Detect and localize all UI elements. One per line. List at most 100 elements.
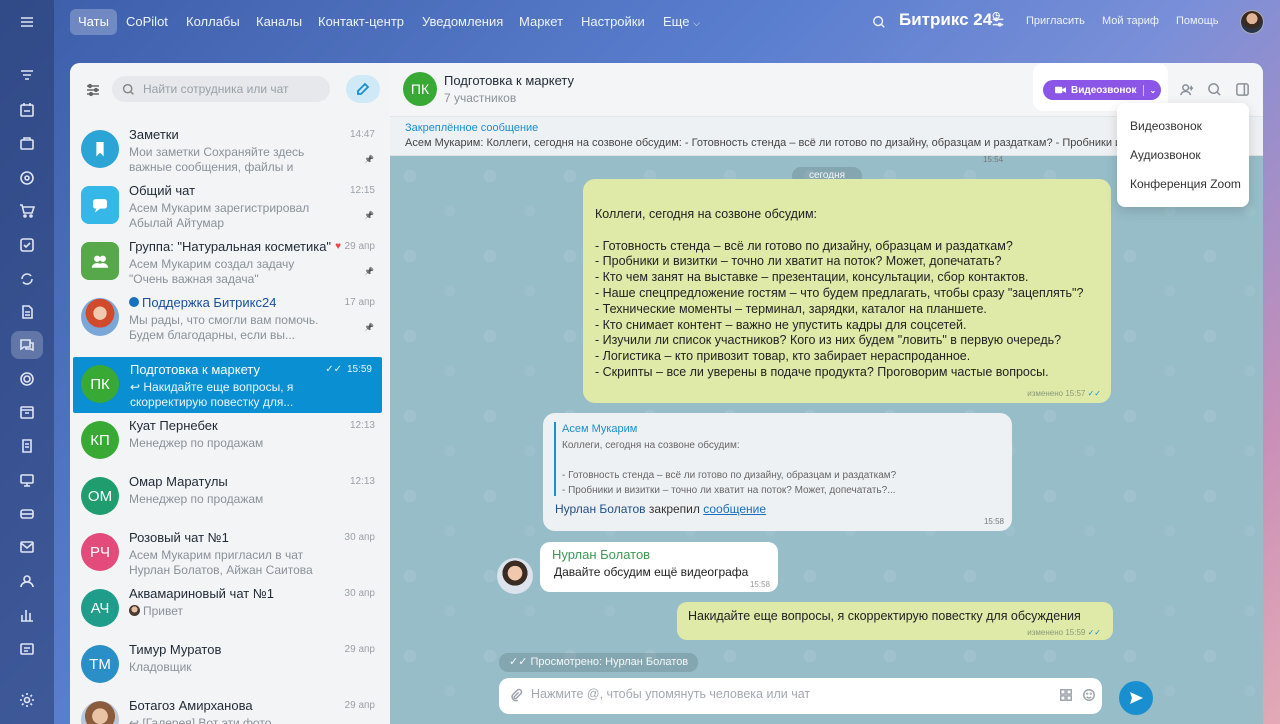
divider	[1142, 84, 1144, 96]
sync-icon[interactable]	[11, 265, 43, 293]
chat-time: 12:13	[349, 476, 375, 487]
nav-copilot[interactable]: CoPilot	[118, 9, 176, 35]
check-icon[interactable]	[11, 231, 43, 259]
chat-title: Заметки	[129, 127, 179, 142]
message-bubble-pin-notice[interactable]: Асем Мукарим Коллеги, сегодня на созвоне…	[543, 413, 1012, 531]
search-icon[interactable]	[872, 15, 886, 32]
docs-icon[interactable]	[11, 298, 43, 326]
chat-title[interactable]: Подготовка к маркету	[444, 73, 574, 88]
drive-icon[interactable]	[11, 466, 43, 494]
message-bubble-incoming[interactable]: Нурлан Болатов Давайте обсудим ещё видео…	[540, 542, 778, 592]
menu-item-zoom-conference[interactable]: Конференция Zoom	[1130, 177, 1241, 191]
contacts-icon[interactable]	[11, 567, 43, 595]
pin-author[interactable]: Нурлан Болатов	[555, 502, 646, 516]
nav-channels[interactable]: Каналы	[248, 9, 310, 35]
message-bubble-agenda[interactable]: Коллеги, сегодня на созвоне обсудим: - Г…	[583, 179, 1111, 403]
invite-link[interactable]: Пригласить	[1026, 15, 1085, 27]
target-icon[interactable]	[11, 164, 43, 192]
nav-chats[interactable]: Чаты	[70, 9, 117, 35]
message-line: - Изучили ли список участников? Кого из …	[595, 333, 1062, 348]
menu-item-video-call[interactable]: Видеозвонок	[1130, 119, 1202, 133]
search-input[interactable]	[143, 82, 323, 96]
card-icon[interactable]	[11, 500, 43, 528]
search-icon[interactable]	[1205, 80, 1223, 98]
tasks-icon[interactable]	[11, 96, 43, 124]
chat-search[interactable]	[112, 76, 330, 102]
chat-list-item[interactable]: ОМ Омар Маратулы 12:13 Менеджер по продажам	[70, 469, 390, 525]
analytics-icon[interactable]	[11, 601, 43, 629]
chat-list-item[interactable]: Общий чат 12:15 Асем Мукарим зарегистриров…	[70, 178, 390, 234]
emoji-icon[interactable]	[1082, 688, 1098, 704]
nav-settings[interactable]: Настройки	[573, 9, 653, 35]
avatar[interactable]	[497, 558, 533, 594]
chat-preview: Мои заметки Сохраняйте здесь важные сооб…	[129, 145, 305, 177]
menu-item-audio-call[interactable]: Аудиозвонок	[1130, 148, 1201, 162]
widget-icon[interactable]	[11, 635, 43, 663]
message-composer[interactable]	[499, 678, 1102, 714]
chat-avatar[interactable]: ПК	[403, 72, 437, 106]
avatar: КП	[81, 421, 119, 459]
bitrix-badge-icon	[129, 297, 139, 307]
message-input[interactable]	[531, 687, 1041, 701]
settings-icon[interactable]	[11, 686, 43, 714]
compose-button[interactable]	[346, 75, 380, 103]
sites-icon[interactable]	[11, 365, 43, 393]
user-avatar[interactable]	[1240, 10, 1264, 34]
chat-list-item[interactable]: Заметки 14:47 Мои заметки Сохраняйте здесь…	[70, 122, 390, 178]
chevron-down-icon[interactable]: ⌄	[1150, 86, 1157, 95]
grid-icon[interactable]	[1059, 688, 1075, 704]
chat-list-item[interactable]: ПК Подготовка к маркету ✓✓ 15:59 ↩ Накидайте…	[73, 357, 382, 413]
double-check-icon: ✓✓	[1087, 389, 1101, 398]
chat-list-item[interactable]: РЧ Розовый чат №1 30 апр Асем Мукарим пригл…	[70, 525, 390, 581]
chat-title: Ботагоз Амирханова	[129, 698, 253, 713]
chat-list-item[interactable]: Группа: "Натуральная косметика" ♥ 29 апр Ас…	[70, 234, 390, 290]
chat-list-item[interactable]: ТМ Тимур Муратов 29 апр Кладовщик	[70, 637, 390, 693]
schedule-icon[interactable]	[11, 398, 43, 426]
message-time: 15:58	[983, 517, 1004, 526]
message-line: - Кто чем занят на выставке – презентаци…	[595, 270, 1029, 285]
feed-icon[interactable]	[11, 62, 43, 90]
quote-line: - Готовность стенда – всё ли готово по д…	[562, 470, 897, 481]
chat-preview: Кладовщик	[129, 660, 192, 674]
message-time: 15:54	[983, 155, 1004, 164]
filter-icon[interactable]	[82, 79, 104, 101]
chat-list-item[interactable]: Ботагоз Амирханова 29 апр ↩ [Галерея] Вот …	[70, 693, 390, 724]
menu-icon[interactable]	[11, 8, 43, 36]
help-link[interactable]: Помощь	[1176, 15, 1219, 27]
shop-icon[interactable]	[11, 197, 43, 225]
attach-icon[interactable]	[509, 688, 525, 704]
chat-list-item[interactable]: АЧ Аквамариновый чат №1 30 апр Привет	[70, 581, 390, 637]
message-text: Давайте обсудим ещё видеографа	[554, 565, 749, 579]
mail-icon[interactable]	[11, 533, 43, 561]
pinned-message-link[interactable]: сообщение	[703, 502, 766, 516]
send-button[interactable]	[1119, 681, 1153, 715]
sender-name[interactable]: Нурлан Болатов	[552, 547, 650, 562]
chat-title: Подготовка к маркету	[130, 362, 260, 377]
tariff-link[interactable]: Мой тариф	[1102, 15, 1159, 27]
message-bubble-outgoing[interactable]: Накидайте еще вопросы, я скорректирую по…	[677, 602, 1113, 640]
nav-collabs[interactable]: Коллабы	[178, 9, 248, 35]
nav-contact-center[interactable]: Контакт-центр	[310, 9, 412, 35]
sliders-icon[interactable]	[991, 15, 1005, 32]
avatar	[129, 605, 140, 616]
reports-icon[interactable]	[11, 432, 43, 460]
chat-icon[interactable]	[11, 331, 43, 359]
nav-notifications[interactable]: Уведомления	[414, 9, 511, 35]
chat-title: Группа: "Натуральная косметика"	[129, 239, 332, 254]
sidebar-toggle-icon[interactable]	[1233, 80, 1251, 98]
chevron-down-icon: ⌵	[693, 18, 700, 28]
pin-notice: Нурлан Болатов закрепил сообщение	[555, 502, 766, 516]
chat-members-count[interactable]: 7 участников	[444, 91, 516, 105]
add-user-icon[interactable]	[1178, 80, 1196, 98]
video-call-button[interactable]: Видеозвонок ⌄	[1043, 80, 1161, 100]
chat-time: 17 апр	[344, 297, 375, 308]
seen-status: ✓✓ Просмотрено: Нурлан Болатов	[499, 653, 699, 672]
message-time: 15:58	[749, 580, 770, 589]
nav-market[interactable]: Маркет	[511, 9, 571, 35]
chat-title: Розовый чат №1	[129, 530, 229, 545]
chat-list-item[interactable]: КП Куат Пернебек 12:13 Менеджер по продажам	[70, 413, 390, 469]
message-line: Коллеги, сегодня на созвоне обсудим:	[595, 207, 818, 221]
nav-more[interactable]: Еще ⌵	[655, 9, 708, 35]
chat-list-item[interactable]: Поддержка Битрикс24 17 апр Мы рады, что см…	[70, 290, 390, 346]
crm-icon[interactable]	[11, 130, 43, 158]
